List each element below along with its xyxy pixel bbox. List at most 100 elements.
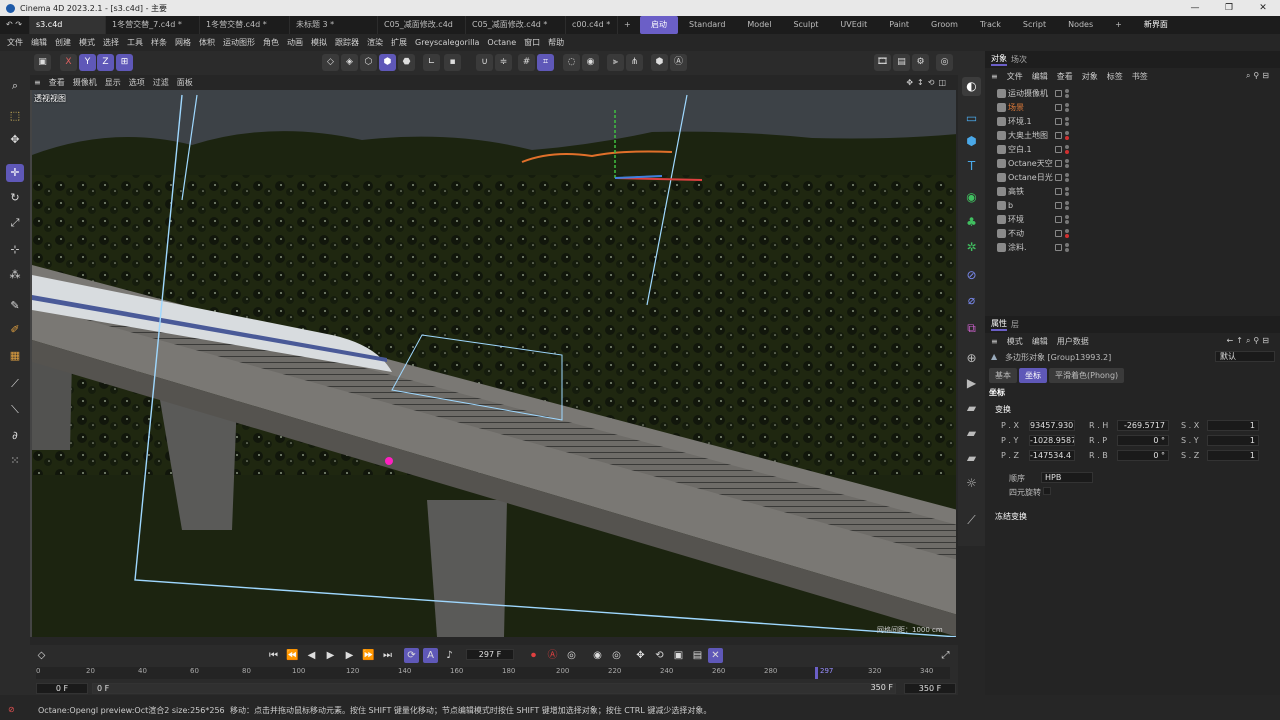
axis-tool-icon[interactable]: ⁂	[6, 266, 24, 284]
render-settings-icon[interactable]: ⚙	[912, 54, 929, 71]
text-icon[interactable]: T	[962, 157, 981, 176]
menu-item[interactable]: 帮助	[548, 37, 564, 48]
layout-tab[interactable]: UVEdit	[829, 16, 878, 34]
attr-nav-icons[interactable]: ←↑⌕⚲⊟	[1227, 336, 1272, 346]
polygons-mode-icon[interactable]: ⬡	[360, 54, 377, 71]
scale-x-field[interactable]: 1	[1207, 420, 1259, 431]
frozen-transform-header[interactable]: 冻结变换	[995, 511, 1027, 522]
add-layout-button[interactable]: +	[1104, 16, 1133, 34]
object-row[interactable]: 环境	[985, 212, 1280, 226]
subtab-basic[interactable]: 基本	[989, 368, 1017, 383]
keyframe-selection-icon[interactable]: ◎	[564, 648, 579, 663]
rotation-order-dropdown[interactable]: HPB	[1041, 472, 1093, 483]
object-row[interactable]: 高铁	[985, 184, 1280, 198]
viewport-nav-icons[interactable]: ✥↕⟲◫	[906, 78, 950, 87]
light-icon[interactable]: ▰	[962, 399, 981, 418]
layout-tab[interactable]: Paint	[878, 16, 920, 34]
tab-attributes[interactable]: 属性	[991, 318, 1007, 331]
knife-icon[interactable]: ⟍	[6, 401, 24, 419]
subtab-coords[interactable]: 坐标	[1019, 368, 1047, 383]
generator-icon[interactable]: ◉	[962, 188, 981, 207]
menu-item[interactable]: 文件	[7, 37, 23, 48]
record-icon[interactable]: ⏺	[526, 648, 541, 663]
object-menu-item[interactable]: 书签	[1132, 71, 1148, 82]
position-x-field[interactable]: 93457.930	[1029, 420, 1075, 431]
object-row[interactable]: 大奥土地图	[985, 128, 1280, 142]
position-y-field[interactable]: -1028.9587	[1029, 435, 1075, 446]
magnet-icon[interactable]: ∪	[476, 54, 493, 71]
object-row-selected[interactable]: 场景	[985, 100, 1280, 114]
tab-objects[interactable]: 对象	[991, 53, 1007, 66]
teams-icon[interactable]: ◎	[936, 54, 953, 71]
object-row[interactable]: 不动	[985, 226, 1280, 240]
object-mode-icon[interactable]: ▣	[34, 54, 51, 71]
object-row[interactable]: 空白.1	[985, 142, 1280, 156]
menu-item[interactable]: 动画	[287, 37, 303, 48]
object-row[interactable]: b	[985, 198, 1280, 212]
object-row[interactable]: 涂料.	[985, 240, 1280, 254]
playhead[interactable]	[815, 667, 818, 679]
menu-item[interactable]: 网格	[175, 37, 191, 48]
preset-dropdown[interactable]: 默认	[1215, 351, 1275, 362]
preview-range-slider[interactable]: 0 F	[92, 683, 896, 694]
deformer-icon[interactable]: ⊘	[962, 266, 981, 285]
scale-tool-icon[interactable]: ⤢	[6, 214, 24, 232]
close-button[interactable]: ✕	[1246, 0, 1280, 16]
object-row[interactable]: 运动摄像机	[985, 86, 1280, 100]
octane-live-icon[interactable]: Ⓐ	[670, 54, 687, 71]
object-menu-icon[interactable]: ≡	[991, 72, 998, 81]
menu-item[interactable]: 跟踪器	[335, 37, 359, 48]
snap-toggle-icon[interactable]: ▪	[444, 54, 461, 71]
plane-icon[interactable]: ▭	[962, 109, 981, 128]
key-pla-icon[interactable]: ▣	[671, 648, 686, 663]
keyframe-icon[interactable]: ◇	[34, 648, 49, 663]
max-frame-field[interactable]: 350 F	[904, 683, 956, 694]
select-icon[interactable]: ⬚	[6, 107, 24, 125]
viewport-menu-item[interactable]: 查看	[49, 77, 65, 88]
rotation-b-field[interactable]: 0 °	[1117, 450, 1169, 461]
loop-icon[interactable]: ⟳	[404, 648, 419, 663]
scale-y-field[interactable]: 1	[1207, 435, 1259, 446]
scale-z-field[interactable]: 1	[1207, 450, 1259, 461]
object-menu-item[interactable]: 对象	[1082, 71, 1098, 82]
menu-item[interactable]: 窗口	[524, 37, 540, 48]
snap-settings-icon[interactable]: ≑	[495, 54, 512, 71]
workplane-icon[interactable]: #	[518, 54, 535, 71]
play-icon[interactable]: ▶	[323, 648, 338, 663]
menu-item[interactable]: 模拟	[311, 37, 327, 48]
y-axis-lock-button[interactable]: Y	[79, 54, 96, 71]
next-frame-icon[interactable]: ▶	[342, 648, 357, 663]
doc-tab[interactable]: C05_减面修改.c4d	[378, 16, 466, 34]
object-menu-item[interactable]: 查看	[1057, 71, 1073, 82]
object-row[interactable]: 环境.1	[985, 114, 1280, 128]
field-icon[interactable]: ⌀	[962, 291, 981, 310]
tab-takes[interactable]: 场次	[1011, 54, 1027, 65]
attr-menu-item[interactable]: 用户数据	[1057, 336, 1089, 347]
go-to-start-icon[interactable]: ⏮	[266, 648, 281, 663]
3d-viewport[interactable]	[30, 90, 956, 637]
key-interp-icon[interactable]: ✕	[708, 648, 723, 663]
layout-tab[interactable]: Model	[736, 16, 782, 34]
layout-tab[interactable]: Track	[969, 16, 1012, 34]
doc-tab[interactable]: C05_减面修改.c4d *	[466, 16, 566, 34]
environment-icon[interactable]: ⊕	[962, 349, 981, 368]
attr-menu-icon[interactable]: ≡	[991, 337, 998, 346]
model-mode-icon[interactable]: ⬢	[379, 54, 396, 71]
render-region-icon[interactable]: ◌	[563, 54, 580, 71]
doc-tab[interactable]: c00.c4d *	[566, 16, 618, 34]
doc-tab[interactable]: 未标题 3 *	[290, 16, 378, 34]
menu-item[interactable]: 渲染	[367, 37, 383, 48]
render-view-icon[interactable]: 🎞	[874, 54, 891, 71]
menu-item[interactable]: 角色	[263, 37, 279, 48]
render-camera-icon[interactable]: ▰	[962, 424, 981, 443]
menu-item[interactable]: 工具	[127, 37, 143, 48]
timeline-expand-icon[interactable]: ⤢	[938, 648, 953, 663]
attr-menu-item[interactable]: 模式	[1007, 336, 1023, 347]
layout-tab[interactable]: Standard	[678, 16, 736, 34]
undo-redo-icons[interactable]: ↶ ↷	[0, 16, 30, 34]
x-axis-lock-button[interactable]: X	[60, 54, 77, 71]
key-point-icon[interactable]: ▤	[690, 648, 705, 663]
min-frame-field[interactable]: 0 F	[36, 683, 88, 694]
playback-mode-icon[interactable]: A	[423, 648, 438, 663]
viewport-menu-item[interactable]: 显示	[105, 77, 121, 88]
